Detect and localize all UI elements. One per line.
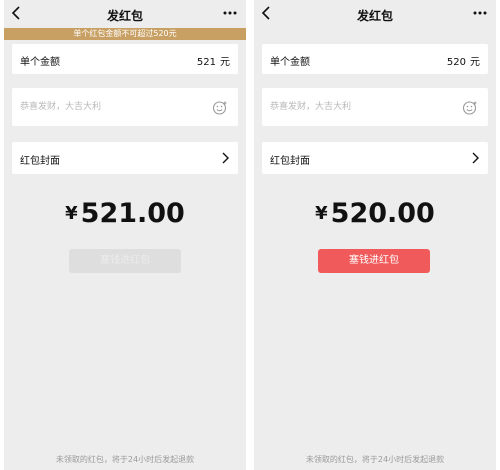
submit-button[interactable]: 塞钱进红包	[69, 249, 181, 273]
nav-bar: 发红包	[254, 0, 496, 28]
cover-row[interactable]: 红包封面	[262, 142, 488, 174]
amount-value: 520	[446, 57, 466, 68]
amount-field[interactable]: 520 元	[447, 53, 480, 68]
message-input[interactable]	[20, 88, 190, 126]
more-icon[interactable]	[222, 6, 238, 20]
emoji-icon[interactable]	[462, 100, 478, 116]
message-input[interactable]	[270, 88, 440, 126]
message-row[interactable]	[12, 88, 238, 126]
chevron-right-icon	[472, 152, 479, 164]
cover-label: 红包封面	[20, 156, 60, 167]
more-icon[interactable]	[472, 6, 488, 20]
amount-unit: 元	[470, 57, 480, 68]
total-amount-display: ¥521.00	[4, 198, 246, 229]
amount-row[interactable]: 单个金额 520 元	[262, 44, 488, 74]
amount-label: 单个金额	[20, 57, 60, 68]
cover-row[interactable]: 红包封面	[12, 142, 238, 174]
amount-label: 单个金额	[270, 57, 310, 68]
amount-limit-warning: 单个红包金额不可超过520元	[4, 28, 246, 40]
total-amount: 520.00	[330, 198, 435, 229]
currency-symbol: ¥	[315, 203, 328, 224]
total-amount-display: ¥520.00	[254, 198, 496, 229]
amount-value: 521	[196, 57, 216, 68]
right-screen: 发红包 单个金额 520 元 红包封面 ¥520.00 塞钱进红包 未领取的红包，…	[254, 0, 496, 470]
amount-field[interactable]: 521 元	[197, 53, 230, 68]
amount-unit: 元	[220, 57, 230, 68]
refund-note: 未领取的红包，将于24小时后发起退款	[55, 455, 195, 464]
emoji-icon[interactable]	[212, 100, 228, 116]
refund-note: 未领取的红包，将于24小时后发起退款	[305, 455, 445, 464]
cover-label: 红包封面	[270, 156, 310, 167]
message-row[interactable]	[262, 88, 488, 126]
amount-row[interactable]: 单个金额 521 元	[12, 44, 238, 74]
total-amount: 521.00	[80, 198, 185, 229]
nav-bar: 发红包	[4, 0, 246, 28]
page-title: 发红包	[106, 9, 143, 23]
page-title: 发红包	[356, 9, 393, 23]
currency-symbol: ¥	[65, 203, 78, 224]
submit-button[interactable]: 塞钱进红包	[318, 249, 430, 273]
left-screen: 发红包 单个红包金额不可超过520元 单个金额 521 元 红包封面 ¥521.0…	[4, 0, 246, 470]
chevron-right-icon	[222, 152, 229, 164]
